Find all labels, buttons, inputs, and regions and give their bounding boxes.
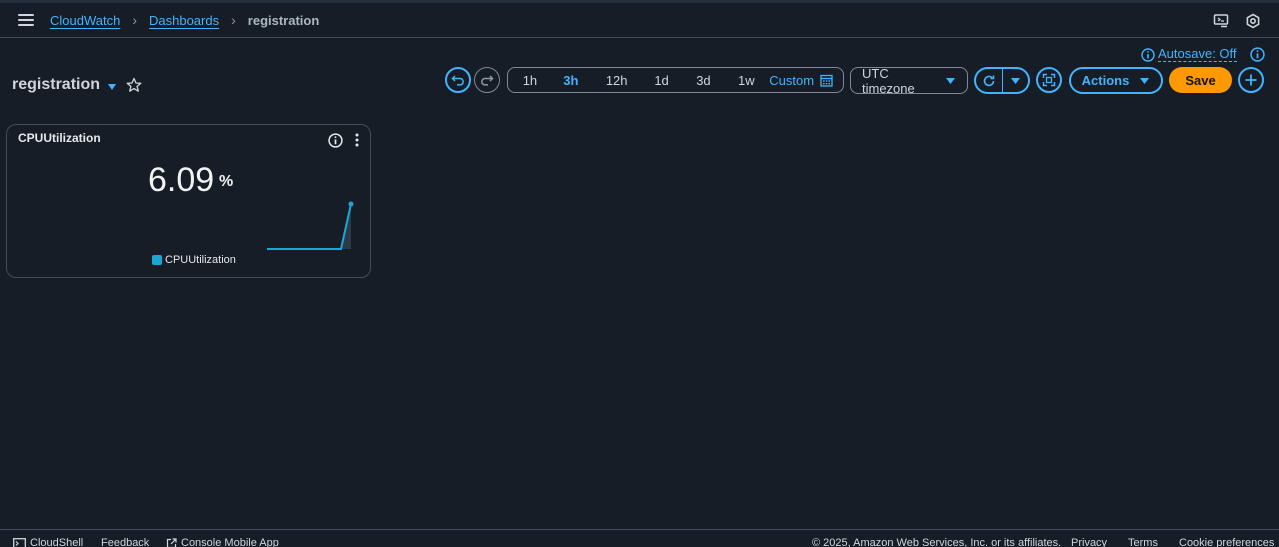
legend-swatch [152,255,162,265]
caret-down-icon [1140,77,1150,84]
refresh-options-dropdown[interactable] [1003,69,1029,92]
widget-legend[interactable]: CPUUtilization [152,254,236,266]
time-range-selector: 1h 3h 12h 1d 3d 1w Custom [507,67,844,93]
timezone-select[interactable]: UTC timezone [850,65,968,96]
breadcrumb-dashboards-link[interactable]: Dashboards [149,13,219,28]
fullscreen-button[interactable] [1036,67,1062,93]
timezone-label: UTC timezone [862,65,915,96]
help-info-icon[interactable] [1250,47,1265,62]
sparkline-chart [267,201,354,250]
widget-title: CPUUtilization [18,131,101,145]
breadcrumb: CloudWatch › Dashboards › registration [50,12,319,28]
cloudshell-label: CloudShell [30,537,84,547]
page-title: registration [12,76,101,93]
redo-button[interactable] [474,67,500,93]
footer: CloudShell Feedback Console Mobile App ©… [0,529,1279,547]
menu-icon[interactable] [18,12,34,28]
cpu-utilization-widget[interactable]: CPUUtilization 6.09 % CPUUtilization [6,124,371,278]
range-12h[interactable]: 12h [590,73,644,88]
actions-label: Actions [1081,73,1130,88]
top-navigation-bar: CloudWatch › Dashboards › registration [0,0,1279,38]
metric-value: 6.09 [148,161,215,199]
dashboard-title-row: registration [12,76,142,94]
feedback-screen-icon[interactable] [1212,12,1230,30]
save-button[interactable]: Save [1169,67,1232,93]
fullscreen-icon [1042,73,1056,87]
widget-more-options-icon[interactable] [352,132,362,148]
settings-gear-icon[interactable] [1244,12,1262,30]
range-1d[interactable]: 1d [644,73,680,88]
cookie-preferences-link[interactable]: Cookie preferences [1179,537,1274,547]
plus-icon [1245,74,1257,86]
range-1w[interactable]: 1w [727,73,765,88]
feedback-link[interactable]: Feedback [101,537,149,547]
cloudshell-button[interactable]: CloudShell [13,537,83,547]
range-3h[interactable]: 3h [552,73,590,88]
console-mobile-app-link[interactable]: Console Mobile App [166,537,279,547]
sparkline-line [267,203,352,250]
dashboard-switcher-caret-icon[interactable] [106,81,118,93]
range-custom-label: Custom [769,72,815,88]
calendar-icon [820,74,833,87]
undo-button[interactable] [445,67,471,93]
breadcrumb-current-page: registration [247,12,320,28]
console-mobile-app-label: Console Mobile App [181,537,279,547]
info-icon [1141,47,1155,62]
caret-down-icon [1010,77,1020,84]
range-1h[interactable]: 1h [508,73,552,88]
external-link-icon [166,537,177,547]
refresh-button[interactable] [976,69,1002,92]
terminal-icon [13,537,26,547]
privacy-link[interactable]: Privacy [1071,537,1107,547]
autosave-label: Autosave: Off [1158,46,1237,62]
sparkline-latest-point [348,201,354,207]
terms-link[interactable]: Terms [1128,537,1158,547]
breadcrumb-cloudwatch-link[interactable]: CloudWatch [50,13,120,28]
widget-info-icon[interactable] [328,133,343,148]
range-3d[interactable]: 3d [680,73,728,88]
legend-label: CPUUtilization [165,254,236,266]
autosave-toggle[interactable]: Autosave: Off [1141,47,1237,62]
range-custom[interactable]: Custom [769,73,843,88]
undo-icon [451,75,464,86]
refresh-icon [983,75,995,86]
refresh-control [974,67,1030,94]
metric-unit: % [219,173,234,190]
chevron-right-icon: › [132,12,137,28]
redo-icon [481,75,494,86]
add-widget-button[interactable] [1238,67,1264,93]
favorite-star-icon[interactable] [126,77,142,93]
chevron-right-icon: › [231,12,236,28]
copyright-text: © 2025, Amazon Web Services, Inc. or its… [812,537,1062,547]
caret-down-icon [946,77,956,84]
actions-dropdown-button[interactable]: Actions [1069,67,1163,94]
